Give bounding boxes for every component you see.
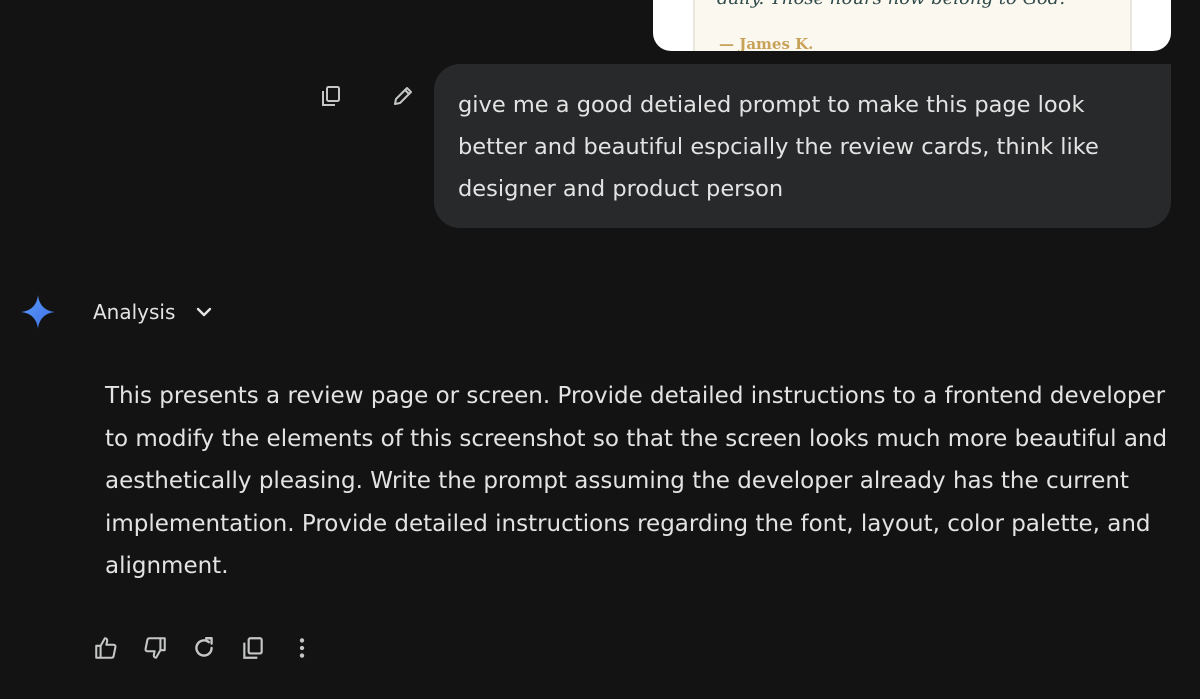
copy-icon[interactable] — [237, 632, 269, 664]
chat-page: daily. Those hours now belong to God. — … — [0, 0, 1200, 699]
assistant-header: Analysis — [20, 294, 215, 330]
analysis-label[interactable]: Analysis — [93, 300, 175, 324]
review-card-preview: daily. Those hours now belong to God. — … — [693, 0, 1132, 51]
thumbs-down-icon[interactable] — [139, 632, 171, 664]
regenerate-icon[interactable] — [188, 632, 220, 664]
preview-quote: daily. Those hours now belong to God. — [717, 0, 1065, 9]
copy-icon[interactable] — [315, 80, 347, 112]
user-message-actions — [315, 80, 419, 112]
preview-author: — James K. — [719, 35, 814, 51]
user-message-bubble: give me a good detialed prompt to make t… — [434, 64, 1171, 228]
gemini-spark-icon — [21, 295, 55, 329]
thumbs-up-icon[interactable] — [90, 632, 122, 664]
edit-icon[interactable] — [387, 80, 419, 112]
chevron-down-icon[interactable] — [193, 301, 215, 323]
attached-image-preview[interactable]: daily. Those hours now belong to God. — … — [653, 0, 1171, 51]
response-actions — [90, 632, 318, 664]
more-icon[interactable] — [286, 632, 318, 664]
assistant-response: This presents a review page or screen. P… — [105, 383, 1168, 579]
